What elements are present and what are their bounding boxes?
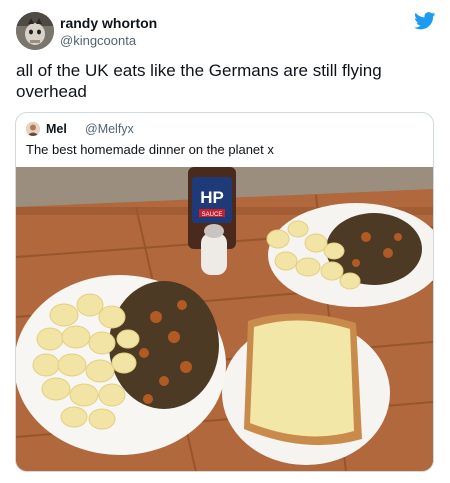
- main-plate: [16, 275, 226, 455]
- user-handle[interactable]: @kingcoonta: [60, 33, 136, 48]
- dinner-photo[interactable]: HP SAUCE: [16, 167, 433, 471]
- quoted-tweet[interactable]: Mel @Melfyx The best homemade dinner on …: [15, 112, 434, 472]
- quoted-display-name[interactable]: Mel: [46, 122, 67, 137]
- display-name[interactable]: randy whorton: [60, 15, 157, 31]
- quoted-tweet-text: The best homemade dinner on the planet x: [26, 142, 274, 157]
- quoted-user-handle[interactable]: @Melfyx: [85, 122, 134, 137]
- tweet-text: all of the UK eats like the Germans are …: [16, 61, 382, 101]
- twitter-bird-icon: [414, 12, 436, 30]
- salt-shaker: [201, 224, 227, 275]
- bottle-label: HP: [200, 188, 224, 207]
- tweet-card: randy whorton @kingcoonta all of the UK …: [0, 0, 450, 483]
- bottle-sublabel: SAUCE: [202, 212, 223, 218]
- user-avatar[interactable]: [16, 12, 54, 50]
- quoted-user-avatar[interactable]: [26, 122, 40, 136]
